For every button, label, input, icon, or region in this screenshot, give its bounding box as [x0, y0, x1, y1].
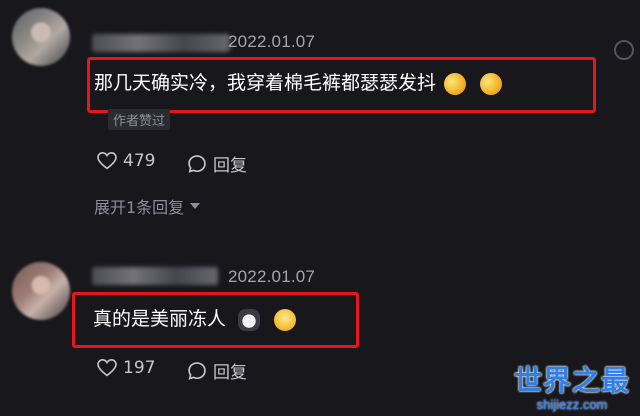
comment-text: 那几天确实冷，我穿着棉毛裤都瑟瑟发抖	[94, 72, 437, 94]
pleading-emoji-icon	[274, 308, 297, 331]
like-button[interactable]: 197	[97, 358, 155, 378]
caret-down-icon	[190, 203, 201, 209]
reply-button[interactable]: 回复	[187, 358, 247, 383]
heart-icon	[97, 359, 117, 377]
comment-date: 2022.01.07	[228, 267, 316, 286]
comment-text-row: 真的是美丽冻人	[93, 304, 297, 331]
like-count: 479	[123, 151, 156, 171]
expand-replies-label: 展开1条回复	[94, 198, 185, 217]
reply-label: 回复	[213, 363, 247, 383]
rofl-emoji-icon	[440, 69, 470, 98]
reply-button[interactable]: 回复	[187, 151, 247, 176]
reply-label: 回复	[213, 156, 247, 176]
author-liked-tag: 作者赞过	[108, 109, 171, 130]
comment-bubble-icon	[188, 361, 206, 380]
avatar[interactable]	[12, 8, 70, 66]
like-button[interactable]: 479	[97, 151, 155, 171]
site-watermark: 世界之最 shijiezz.com	[513, 364, 630, 413]
username-blurred[interactable]	[92, 267, 218, 285]
comment-date: 2022.01.07	[228, 32, 316, 51]
comment-text: 真的是美丽冻人	[93, 308, 227, 330]
heart-icon	[97, 152, 117, 170]
rofl-emoji-icon	[476, 69, 506, 98]
like-count: 197	[123, 358, 156, 378]
cat-emoji-icon	[238, 308, 261, 331]
more-icon[interactable]	[614, 40, 634, 60]
expand-replies-button[interactable]: 展开1条回复	[94, 194, 201, 218]
watermark-url: shijiezz.com	[536, 397, 608, 412]
comment-text-row: 那几天确实冷，我穿着棉毛裤都瑟瑟发抖	[94, 68, 506, 98]
watermark-title: 世界之最	[513, 364, 630, 397]
comment-bubble-icon	[188, 154, 206, 173]
username-blurred[interactable]	[92, 34, 230, 52]
avatar[interactable]	[12, 262, 70, 320]
